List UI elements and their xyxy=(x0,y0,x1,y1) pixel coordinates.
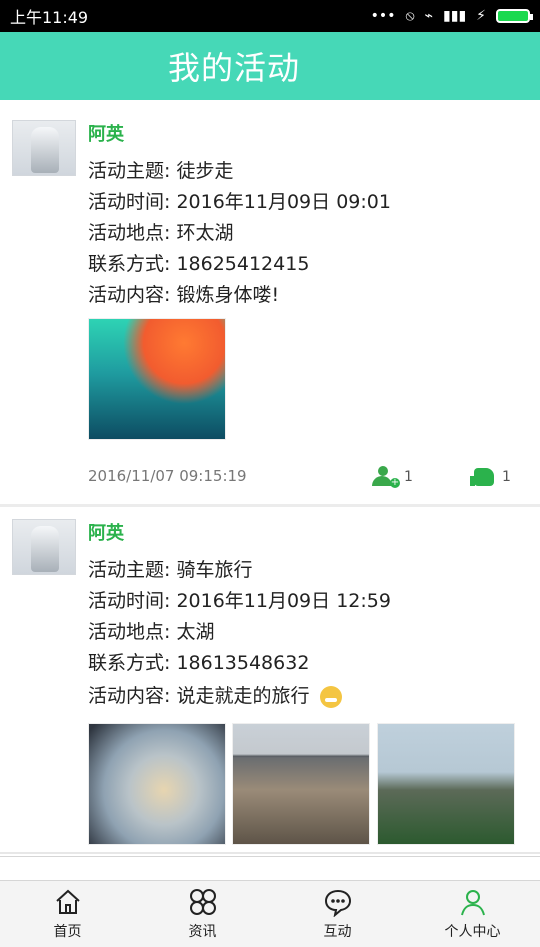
like-action[interactable]: 1 xyxy=(470,466,511,488)
activity-content: 活动内容: 说走就走的旅行 xyxy=(88,685,310,707)
signal-icon: ▮▮▮ xyxy=(443,8,467,24)
more-dots-icon: ••• xyxy=(370,8,396,24)
activity-photo[interactable] xyxy=(88,723,226,845)
grin-emoji-icon xyxy=(319,685,342,708)
user-icon xyxy=(458,887,488,917)
tab-profile-label: 个人中心 xyxy=(444,924,501,940)
activity-content-row: 活动内容: 说走就走的旅行 xyxy=(88,681,342,708)
tab-home-label: 首页 xyxy=(53,924,82,940)
wifi-icon: ⌁ xyxy=(424,8,434,24)
join-action[interactable]: + 1 xyxy=(372,466,413,488)
activity-theme: 活动主题: 骑车旅行 xyxy=(88,559,253,581)
activity-list[interactable]: 阿英 活动主题: 徒步走 活动时间: 2016年11月09日 09:01 活动地… xyxy=(0,100,540,880)
activity-place: 活动地点: 环太湖 xyxy=(88,222,234,244)
grid-icon xyxy=(188,887,218,917)
activity-time: 活动时间: 2016年11月09日 09:01 xyxy=(88,191,391,213)
battery-icon xyxy=(496,9,533,23)
username[interactable]: 阿英 xyxy=(88,120,124,146)
join-user-icon: + xyxy=(372,466,400,488)
activity-photo[interactable] xyxy=(377,723,515,845)
avatar[interactable] xyxy=(12,519,76,575)
activity-place: 活动地点: 太湖 xyxy=(88,621,215,643)
home-icon xyxy=(53,887,83,917)
page-header: 我的活动 xyxy=(0,32,540,100)
tab-home[interactable]: 首页 xyxy=(0,881,135,947)
robot-avatar-image xyxy=(31,127,59,173)
activity-contact: 联系方式: 18613548632 xyxy=(88,652,310,674)
tab-interact-label: 互动 xyxy=(323,924,352,940)
tab-news-label: 资讯 xyxy=(188,924,217,940)
thumbs-up-icon xyxy=(470,466,496,488)
status-icons: ••• ⦸ ⌁ ▮▮▮ ⚡ xyxy=(370,8,533,24)
activity-time: 活动时间: 2016年11月09日 12:59 xyxy=(88,590,391,612)
tab-profile[interactable]: 个人中心 xyxy=(405,881,540,947)
chat-icon xyxy=(323,887,353,917)
status-bar: 上午11:49 ••• ⦸ ⌁ ▮▮▮ ⚡ xyxy=(0,0,540,32)
activity-theme: 活动主题: 徒步走 xyxy=(88,160,234,182)
username[interactable]: 阿英 xyxy=(88,519,124,545)
page-title: 我的活动 xyxy=(168,49,301,87)
charging-icon: ⚡ xyxy=(476,8,486,24)
join-count: 1 xyxy=(404,469,413,485)
activity-contact: 联系方式: 18625412415 xyxy=(88,253,310,275)
activity-content: 活动内容: 锻炼身体喽! xyxy=(88,284,280,306)
post-timestamp: 2016/11/07 09:15:19 xyxy=(88,467,247,485)
activity-card[interactable]: 阿英 活动主题: 骑车旅行 活动时间: 2016年11月09日 12:59 活动… xyxy=(0,509,540,854)
list-bottom-divider xyxy=(0,856,540,857)
tab-interact[interactable]: 互动 xyxy=(270,881,405,947)
activity-card[interactable]: 阿英 活动主题: 徒步走 活动时间: 2016年11月09日 09:01 活动地… xyxy=(0,110,540,507)
bottom-tab-bar: 首页 资讯 互动 个人中心 xyxy=(0,880,540,947)
robot-avatar-image xyxy=(31,526,59,572)
status-time: 上午11:49 xyxy=(10,8,89,27)
tab-news[interactable]: 资讯 xyxy=(135,881,270,947)
do-not-disturb-icon: ⦸ xyxy=(405,8,415,24)
activity-photo[interactable] xyxy=(88,318,226,440)
avatar[interactable] xyxy=(12,120,76,176)
activity-photo[interactable] xyxy=(232,723,370,845)
like-count: 1 xyxy=(502,469,511,485)
